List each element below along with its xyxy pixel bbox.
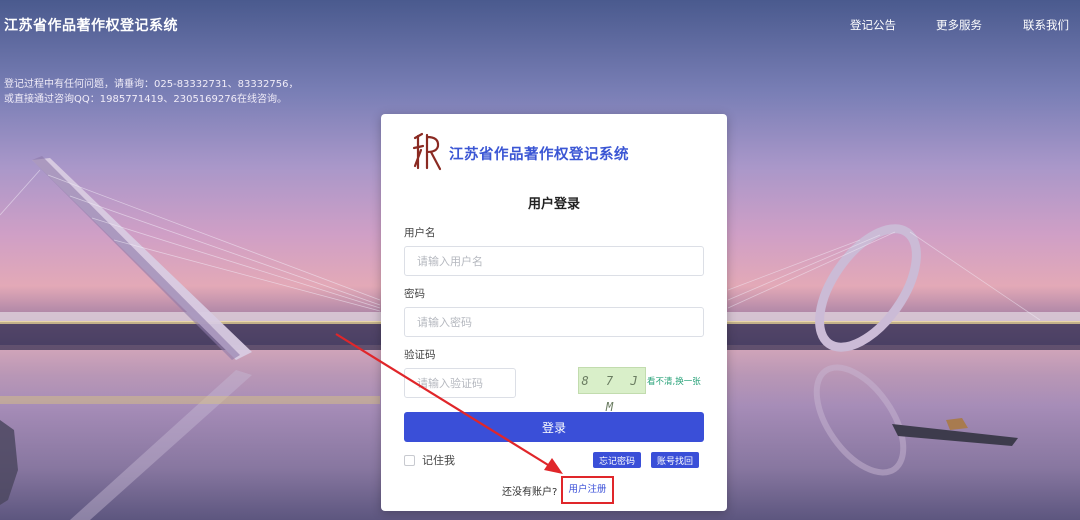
form-title: 用户登录: [527, 197, 580, 212]
nav-announcements[interactable]: 登记公告: [850, 17, 896, 33]
help-notice-line-1: 登记过程中有任何问题，请垂询：025-83332731、83332756，: [4, 79, 299, 90]
no-account-text: 还没有账户?: [502, 487, 558, 498]
top-navigation: 江苏省作品著作权登记系统 登记公告 更多服务 联系我们: [0, 0, 1080, 50]
help-notice-line-2: 或直接通过咨询QQ：1985771419、2305169276在线咨询。: [4, 94, 287, 105]
login-button[interactable]: 登录: [404, 412, 704, 442]
captcha-label: 验证码: [404, 349, 436, 361]
remember-me-checkbox[interactable]: [404, 454, 415, 466]
help-notice: 登记过程中有任何问题，请垂询：025-83332731、83332756， 或直…: [4, 77, 299, 107]
register-link[interactable]: 用户注册: [561, 476, 614, 504]
login-card: 江苏省作品著作权登记系统 用户登录 用户名 密码 验证码 8 7 J M 看不清…: [381, 114, 727, 511]
remember-me-label: 记住我: [422, 454, 455, 467]
system-title: 江苏省作品著作权登记系统: [449, 147, 629, 163]
password-input[interactable]: [404, 307, 704, 337]
nav-more-services[interactable]: 更多服务: [936, 17, 982, 33]
forgot-password-button[interactable]: 忘记密码: [593, 452, 642, 468]
nav-contact-us[interactable]: 联系我们: [1023, 17, 1069, 33]
username-input[interactable]: [404, 246, 704, 276]
system-logo-icon: [412, 132, 442, 171]
site-title: 江苏省作品著作权登记系统: [4, 18, 178, 34]
recover-account-button[interactable]: 账号找回: [651, 452, 700, 468]
username-label: 用户名: [404, 227, 436, 239]
captcha-image[interactable]: 8 7 J M: [578, 367, 646, 414]
captcha-refresh-link[interactable]: 看不清,换一张: [647, 375, 701, 387]
password-label: 密码: [404, 288, 425, 300]
remember-me[interactable]: 记住我: [404, 452, 455, 468]
captcha-input[interactable]: [404, 368, 516, 398]
